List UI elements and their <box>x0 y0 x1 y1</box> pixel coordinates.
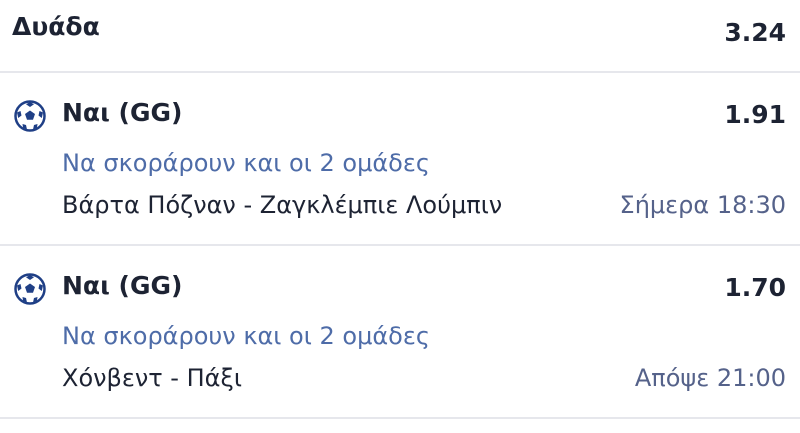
selection-market: Να σκοράρουν και οι 2 ομάδες <box>62 149 430 177</box>
selection-match: Χόνβεντ - Πάξι <box>62 364 242 392</box>
bet-type-title: Δυάδα <box>12 12 100 41</box>
selection-pick: Ναι (GG) <box>62 98 183 127</box>
selection-time: Απόψε 21:00 <box>634 364 786 392</box>
total-odds: 3.24 <box>724 18 786 47</box>
selection-row[interactable]: Ναι (GG) 1.91 Να σκοράρουν και οι 2 ομάδ… <box>0 73 800 246</box>
selection-pick: Ναι (GG) <box>62 271 183 300</box>
selection-odds: 1.91 <box>724 100 786 129</box>
selection-match: Βάρτα Πόζναν - Ζαγκλέμπιε Λούμπιν <box>62 191 503 219</box>
selection-market: Να σκοράρουν και οι 2 ομάδες <box>62 322 430 350</box>
soccer-ball-icon <box>14 273 46 305</box>
selection-time: Σήμερα 18:30 <box>619 191 786 219</box>
selection-row[interactable]: Ναι (GG) 1.70 Να σκοράρουν και οι 2 ομάδ… <box>0 246 800 419</box>
betslip-header: Δυάδα 3.24 <box>0 0 800 73</box>
selection-odds: 1.70 <box>724 273 786 302</box>
soccer-ball-icon <box>14 100 46 132</box>
